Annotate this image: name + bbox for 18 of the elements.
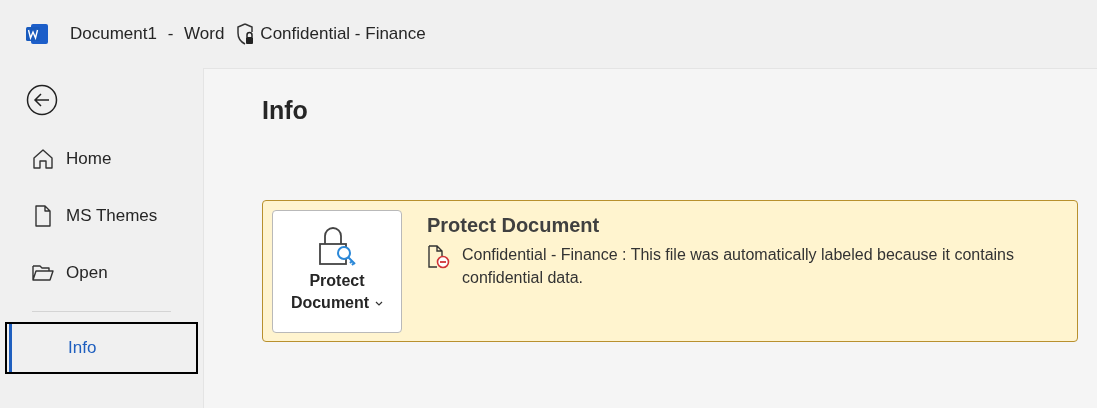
folder-icon bbox=[32, 263, 54, 282]
page-heading: Info bbox=[262, 95, 309, 125]
window-title: Document1 - Word bbox=[70, 23, 225, 46]
home-icon bbox=[32, 147, 54, 170]
protect-document-button[interactable]: Protect Document bbox=[272, 210, 402, 333]
sidebar-item[interactable]: Open bbox=[0, 244, 203, 301]
sidebar-item[interactable]: MS Themes bbox=[0, 187, 203, 244]
chevron-down-icon bbox=[375, 300, 384, 306]
sidebar-item[interactable]: Info bbox=[5, 322, 198, 374]
document-icon bbox=[34, 204, 52, 227]
sidebar-item[interactable]: Home bbox=[0, 130, 203, 187]
back-button[interactable] bbox=[26, 84, 58, 116]
sensitivity-label: Confidential - Finance bbox=[260, 23, 426, 46]
label-message: Confidential - Finance : This file was automatically labeled because it contains confidential data. bbox=[462, 245, 1015, 288]
document-blocked-icon bbox=[427, 245, 451, 269]
word-logo-icon bbox=[25, 22, 49, 46]
lock-key-icon bbox=[317, 226, 357, 268]
panel-title: Protect Document bbox=[427, 213, 601, 238]
